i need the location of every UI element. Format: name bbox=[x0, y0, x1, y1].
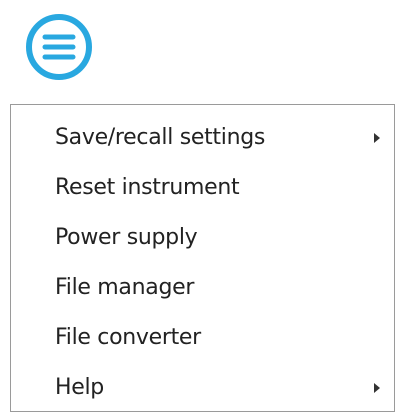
menu-item-help[interactable]: Help bbox=[11, 363, 394, 413]
menu-item-label: File manager bbox=[55, 275, 195, 300]
menu-item-power-supply[interactable]: Power supply bbox=[11, 213, 394, 263]
menu-item-label: Reset instrument bbox=[55, 175, 240, 200]
submenu-arrow-icon bbox=[374, 133, 380, 143]
submenu-arrow-icon bbox=[374, 383, 380, 393]
menu-item-save-recall-settings[interactable]: Save/recall settings bbox=[11, 113, 394, 163]
menu-item-label: Power supply bbox=[55, 225, 198, 250]
hamburger-menu-icon bbox=[26, 14, 92, 80]
menu-item-label: Save/recall settings bbox=[55, 125, 266, 150]
menu-item-file-manager[interactable]: File manager bbox=[11, 263, 394, 313]
menu-item-reset-instrument[interactable]: Reset instrument bbox=[11, 163, 394, 213]
menu-item-file-converter[interactable]: File converter bbox=[11, 313, 394, 363]
main-menu-button[interactable] bbox=[24, 12, 94, 82]
main-menu-dropdown: Save/recall settings Reset instrument Po… bbox=[10, 104, 395, 412]
menu-item-label: File converter bbox=[55, 325, 201, 350]
menu-item-label: Help bbox=[55, 375, 104, 400]
